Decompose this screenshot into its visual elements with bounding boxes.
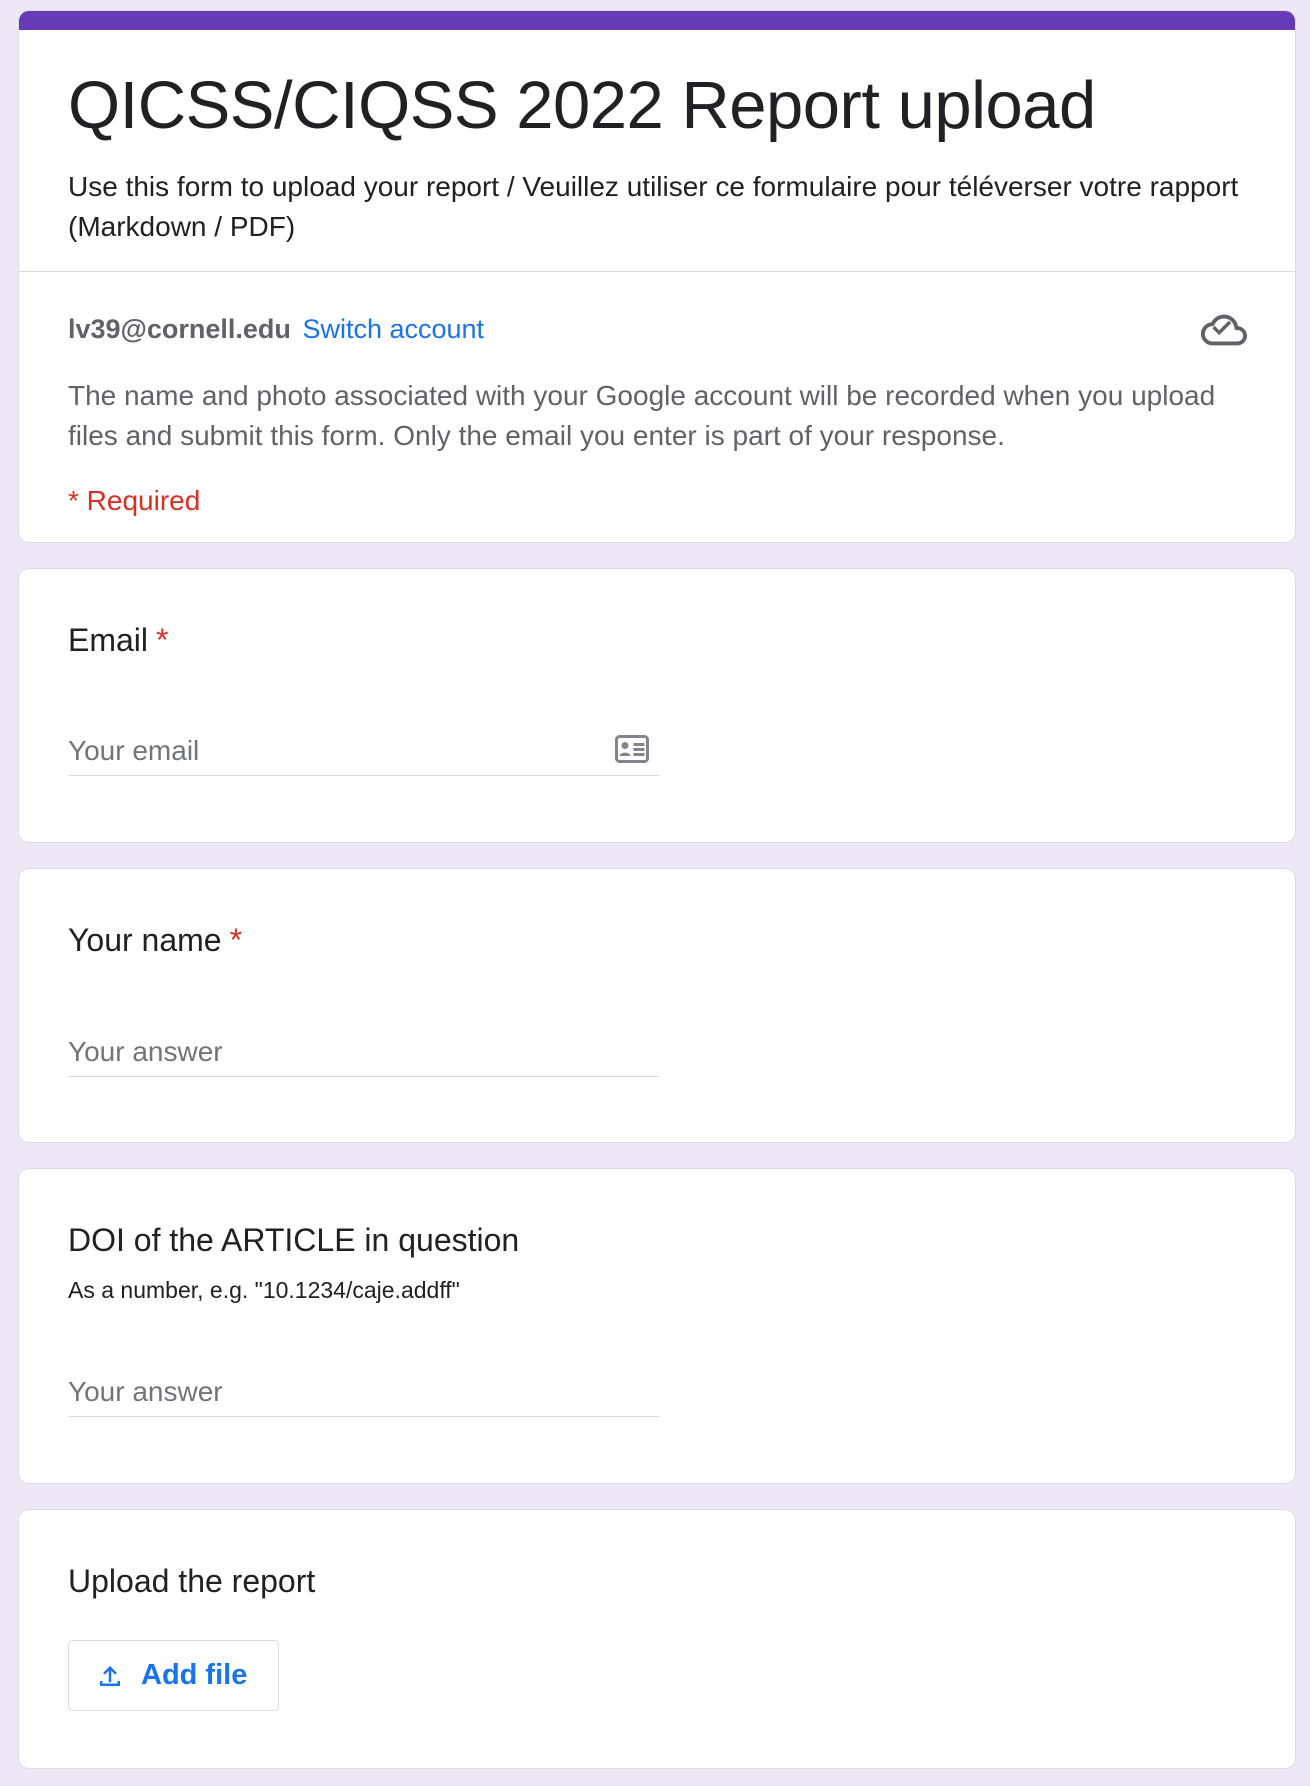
form-header-card: QICSS/CIQSS 2022 Report upload Use this …	[18, 10, 1296, 543]
email-field-wrapper	[68, 726, 659, 776]
required-asterisk: *	[229, 922, 243, 958]
question-email-label: Email	[68, 622, 149, 658]
form-description: Use this form to upload your report / Ve…	[68, 171, 1239, 242]
privacy-note: The name and photo associated with your …	[68, 380, 1216, 451]
form-accent-bar	[19, 11, 1295, 30]
cloud-saved-icon[interactable]	[1201, 307, 1247, 353]
doi-field-wrapper	[68, 1367, 659, 1417]
add-file-button[interactable]: Add file	[68, 1640, 279, 1711]
contact-card-icon	[615, 735, 649, 763]
question-email-card: Email *	[18, 568, 1296, 843]
required-asterisk: *	[156, 622, 169, 658]
upload-icon	[100, 1665, 120, 1686]
question-doi-title: DOI of the ARTICLE in question	[68, 1222, 520, 1258]
add-file-label: Add file	[141, 1659, 248, 1691]
form-title: QICSS/CIQSS 2022 Report upload	[68, 68, 1096, 143]
question-doi-help-text: As a number, e.g. "10.1234/caje.addff"	[68, 1277, 460, 1303]
header-divider	[19, 271, 1295, 272]
question-doi-card: DOI of the ARTICLE in question As a numb…	[18, 1168, 1296, 1484]
question-email-title: Email *	[68, 618, 168, 662]
question-name-label: Your name	[68, 922, 222, 958]
doi-field[interactable]	[68, 1367, 659, 1416]
form-page: QICSS/CIQSS 2022 Report upload Use this …	[0, 0, 1310, 1786]
account-email: lv39@cornell.edu	[68, 314, 291, 344]
switch-account-link[interactable]: Switch account	[302, 314, 484, 344]
account-line: lv39@cornell.edu Switch account	[68, 309, 484, 349]
question-name-card: Your name *	[18, 868, 1296, 1143]
email-field[interactable]	[68, 726, 659, 775]
name-field[interactable]	[68, 1027, 659, 1076]
question-upload-card: Upload the report Add file	[18, 1509, 1296, 1769]
required-note: * Required	[68, 485, 201, 516]
name-field-wrapper	[68, 1027, 659, 1077]
question-name-title: Your name *	[68, 918, 242, 962]
question-upload-title: Upload the report	[68, 1563, 316, 1599]
